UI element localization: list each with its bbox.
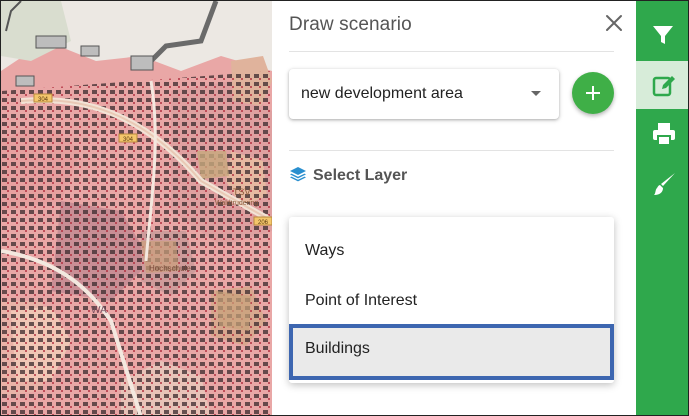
map-canvas[interactable]: 304 304 206 TSV Waldtrudering Hochschule… <box>1 1 272 416</box>
scenario-select-value: new development area <box>301 85 463 102</box>
road-number-label: 304 <box>123 137 134 143</box>
filter-icon <box>653 26 673 44</box>
divider <box>289 150 614 151</box>
close-icon <box>606 15 622 31</box>
edit-icon <box>652 76 675 97</box>
filter-button[interactable] <box>636 11 688 59</box>
map-label: WA <box>91 305 107 316</box>
add-scenario-button[interactable] <box>572 72 614 114</box>
layer-option-buildings[interactable]: Buildings <box>289 324 614 380</box>
right-toolbar <box>636 1 688 415</box>
chevron-down-icon <box>531 91 541 96</box>
app-frame: 304 304 206 TSV Waldtrudering Hochschule… <box>0 0 689 416</box>
close-button[interactable] <box>602 11 626 35</box>
map-label: TSV <box>233 187 251 197</box>
map-label: Waldtrudering <box>215 200 258 207</box>
edit-button[interactable] <box>636 61 688 109</box>
print-button[interactable] <box>636 109 688 157</box>
layer-option-ways[interactable]: Ways <box>289 226 614 276</box>
layers-icon <box>290 167 306 182</box>
select-layer-label: Select Layer <box>289 165 407 185</box>
style-button[interactable] <box>636 159 688 207</box>
divider <box>289 51 614 52</box>
road-number-label: 206 <box>258 220 269 226</box>
layer-option-point-of-interest[interactable]: Point of Interest <box>289 276 614 326</box>
select-layer-text: Select Layer <box>313 167 408 184</box>
draw-scenario-panel: Draw scenario new development area Selec… <box>272 1 636 415</box>
panel-title: Draw scenario <box>289 14 412 35</box>
scenario-select[interactable]: new development area <box>289 69 559 119</box>
map-view[interactable]: 304 304 206 TSV Waldtrudering Hochschule… <box>1 1 272 416</box>
print-icon <box>653 123 675 146</box>
layer-dropdown-menu: Ways Point of Interest Buildings <box>289 217 614 383</box>
paint-brush-icon <box>654 173 675 195</box>
road-number-label: 304 <box>38 97 49 103</box>
map-label: Hochschule <box>149 264 191 273</box>
